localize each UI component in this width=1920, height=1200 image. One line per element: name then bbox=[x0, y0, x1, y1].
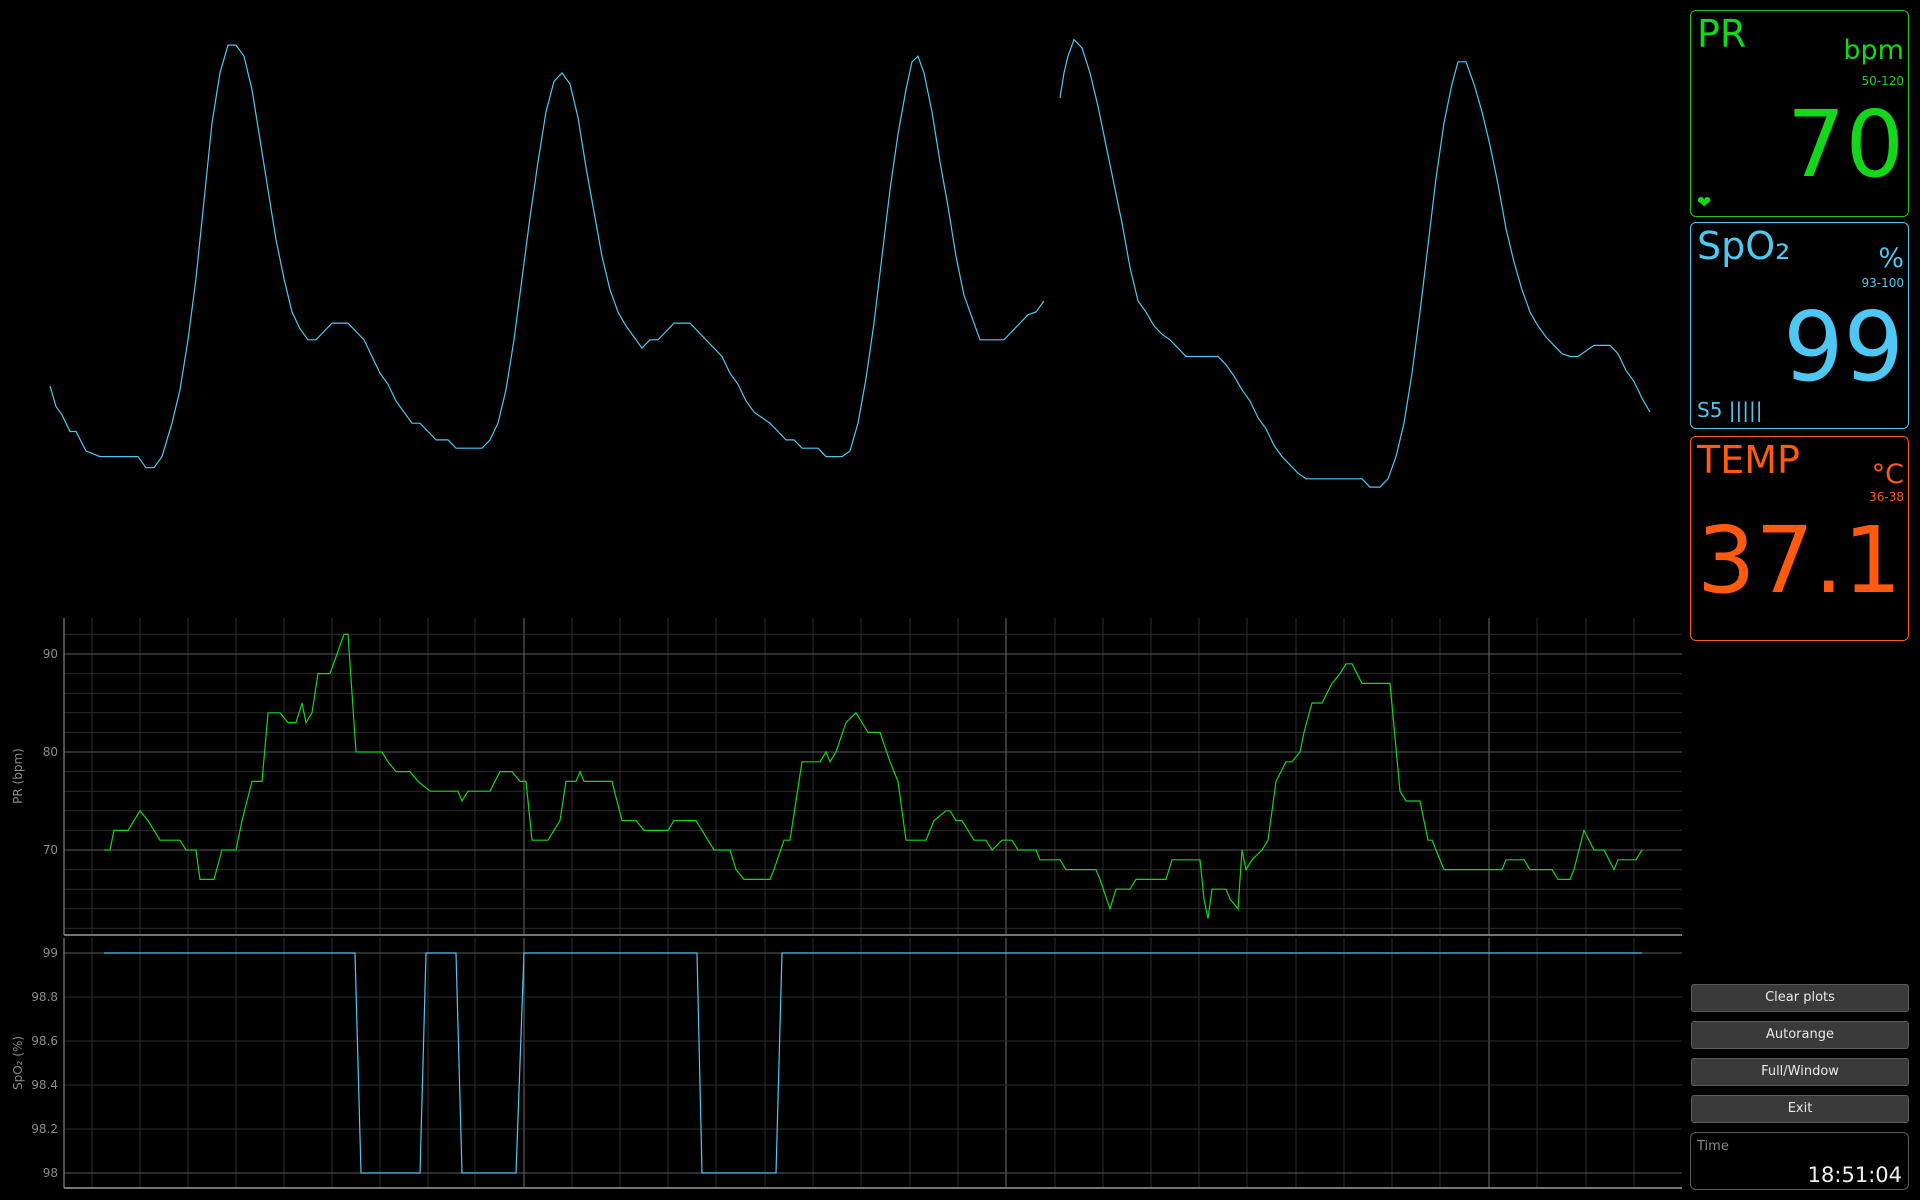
pleth-waveform-chart bbox=[49, 38, 1651, 488]
trend-line bbox=[104, 952, 1642, 1174]
spo2-trend-chart: 99 98.8 98.6 98.4 98.2 98 SpO₂ (%) bbox=[11, 938, 1682, 1189]
time-value: 18:51:04 bbox=[1807, 1163, 1902, 1187]
pr-trend-chart: 90 80 70 PR (bpm) bbox=[11, 618, 1682, 936]
trend-line bbox=[104, 633, 1643, 919]
pleth-trace-segment bbox=[1059, 38, 1651, 488]
temp-panel: TEMP °C 36-38 37.1 bbox=[1690, 436, 1909, 641]
temp-alarm-range: 36-38 bbox=[1869, 490, 1904, 504]
spo2-y-axis-label: SpO₂ (%) bbox=[11, 1036, 25, 1090]
spo2-panel: SpO₂ % 93-100 99 S5 ||||| bbox=[1690, 222, 1909, 429]
temp-title: TEMP bbox=[1697, 438, 1800, 482]
spo2-value: 99 bbox=[1783, 293, 1904, 403]
y-tick-label: 98.6 bbox=[31, 1034, 58, 1048]
pr-unit: bpm bbox=[1843, 35, 1904, 66]
temp-unit: °C bbox=[1871, 459, 1904, 490]
y-tick-label: 98 bbox=[43, 1166, 58, 1180]
autorange-button[interactable]: Autorange bbox=[1691, 1021, 1909, 1049]
y-tick-label: 80 bbox=[43, 745, 58, 759]
pr-value: 70 bbox=[1786, 91, 1904, 198]
heart-icon: ❤ bbox=[1697, 193, 1712, 213]
y-tick-label: 99 bbox=[43, 946, 58, 960]
y-tick-label: 98.4 bbox=[31, 1078, 58, 1092]
time-label: Time bbox=[1697, 1139, 1729, 1154]
y-tick-label: 98.8 bbox=[31, 990, 58, 1004]
y-tick-label: 98.2 bbox=[31, 1122, 58, 1136]
exit-button[interactable]: Exit bbox=[1691, 1095, 1909, 1123]
pleth-trace-segment bbox=[49, 44, 1045, 469]
y-tick-label: 70 bbox=[43, 843, 58, 857]
pr-y-axis-label: PR (bpm) bbox=[11, 748, 25, 804]
clear-plots-button[interactable]: Clear plots bbox=[1691, 984, 1909, 1012]
pr-alarm-range: 50-120 bbox=[1861, 74, 1904, 88]
spo2-title: SpO₂ bbox=[1697, 224, 1791, 268]
y-tick-label: 90 bbox=[43, 647, 58, 661]
full-window-button[interactable]: Full/Window bbox=[1691, 1058, 1909, 1086]
signal-strength-indicator: S5 ||||| bbox=[1697, 398, 1763, 422]
spo2-unit: % bbox=[1878, 243, 1904, 274]
time-display: Time 18:51:04 bbox=[1690, 1132, 1909, 1190]
temp-value: 37.1 bbox=[1697, 507, 1902, 614]
pr-title: PR bbox=[1697, 12, 1747, 56]
pr-panel: PR bpm 50-120 70 ❤ bbox=[1690, 10, 1909, 217]
spo2-alarm-range: 93-100 bbox=[1861, 276, 1904, 290]
